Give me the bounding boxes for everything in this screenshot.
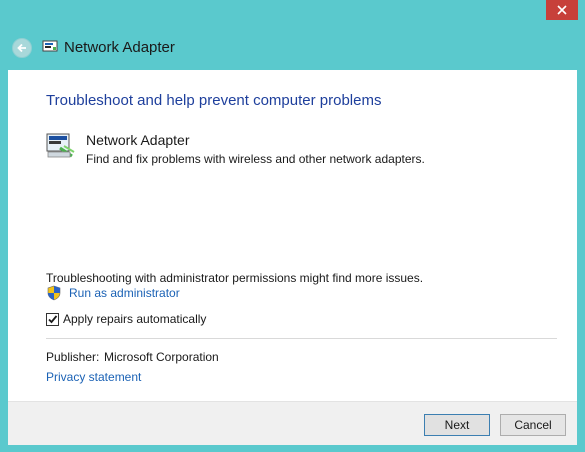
troubleshooter-window: Network Adapter Troubleshoot and help pr… — [0, 0, 585, 452]
apply-repairs-label[interactable]: Apply repairs automatically — [63, 312, 206, 326]
main-content: Troubleshoot and help prevent computer p… — [8, 70, 577, 401]
publisher-label: Publisher: — [46, 350, 100, 364]
next-button[interactable]: Next — [424, 414, 490, 436]
uac-shield-icon — [47, 285, 61, 301]
footer-bar: Next Cancel — [8, 401, 577, 445]
divider — [46, 338, 557, 339]
title-bar: Network Adapter — [0, 28, 585, 68]
admin-info-text: Troubleshooting with administrator permi… — [46, 271, 424, 285]
close-icon — [557, 5, 567, 15]
network-adapter-icon — [46, 133, 75, 158]
back-arrow-icon — [17, 43, 26, 53]
cancel-button[interactable]: Cancel — [500, 414, 566, 436]
troubleshooter-item-description: Find and fix problems with wireless and … — [86, 152, 425, 166]
back-button[interactable] — [12, 38, 32, 58]
close-button[interactable] — [546, 0, 578, 20]
network-adapter-icon — [42, 40, 58, 52]
window-title: Network Adapter — [64, 39, 175, 56]
apply-repairs-checkbox[interactable] — [46, 313, 59, 326]
run-as-administrator-link[interactable]: Run as administrator — [69, 286, 180, 300]
troubleshooter-item-title: Network Adapter — [86, 132, 190, 148]
page-heading: Troubleshoot and help prevent computer p… — [46, 92, 382, 109]
publisher-value: Microsoft Corporation — [104, 350, 219, 364]
privacy-statement-link[interactable]: Privacy statement — [46, 370, 141, 384]
checkmark-icon — [48, 315, 58, 324]
